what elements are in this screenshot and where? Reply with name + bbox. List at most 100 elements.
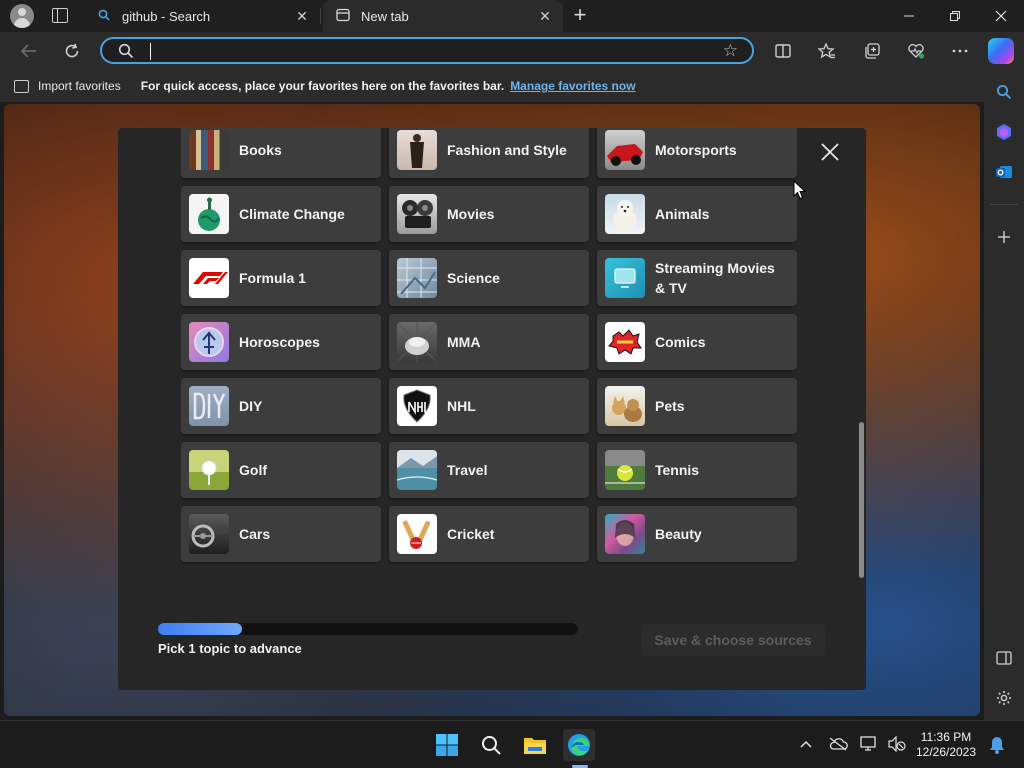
golf-thumbnail bbox=[189, 450, 229, 490]
tennis-thumbnail bbox=[605, 450, 645, 490]
topic-label: NHL bbox=[447, 398, 476, 414]
topic-label: Golf bbox=[239, 462, 267, 478]
topic-tile-motorsports[interactable]: Motorsports bbox=[597, 128, 797, 178]
fashion-thumbnail bbox=[397, 130, 437, 170]
file-explorer-icon[interactable] bbox=[519, 729, 551, 761]
movies-thumbnail bbox=[397, 194, 437, 234]
dialog-scrollbar-thumb[interactable] bbox=[859, 422, 864, 578]
notification-bell-icon[interactable] bbox=[987, 735, 1007, 755]
import-favorites-button[interactable]: Import favorites bbox=[38, 79, 121, 93]
save-choose-sources-button[interactable]: Save & choose sources bbox=[641, 624, 825, 656]
restore-button[interactable] bbox=[932, 0, 978, 32]
nhl-thumbnail bbox=[397, 386, 437, 426]
close-window-button[interactable] bbox=[978, 0, 1024, 32]
close-icon bbox=[821, 143, 839, 161]
topic-tile-books[interactable]: Books bbox=[181, 128, 381, 178]
close-tab-icon[interactable]: ✕ bbox=[537, 8, 553, 25]
tab-title: New tab bbox=[361, 8, 409, 24]
topic-tile-nhl[interactable]: NHL bbox=[389, 378, 589, 434]
close-dialog-button[interactable] bbox=[818, 140, 842, 164]
topic-label: Tennis bbox=[655, 462, 700, 478]
favorites-button[interactable] bbox=[812, 36, 842, 66]
minimize-button[interactable] bbox=[886, 0, 932, 32]
topic-tile-tennis[interactable]: Tennis bbox=[597, 442, 797, 498]
progress-fill bbox=[158, 623, 242, 635]
topic-tile-mma[interactable]: MMA bbox=[389, 314, 589, 370]
clock-date: 12/26/2023 bbox=[915, 745, 977, 759]
onedrive-cloud-icon[interactable] bbox=[827, 733, 849, 755]
topic-tile-comics[interactable]: Comics bbox=[597, 314, 797, 370]
topic-tile-beauty[interactable]: Beauty bbox=[597, 506, 797, 562]
clock-time: 11:36 PM bbox=[920, 730, 972, 744]
topic-tile-pets[interactable]: Pets bbox=[597, 378, 797, 434]
topic-label: Movies bbox=[447, 206, 495, 222]
topic-tile-climate-change[interactable]: Climate Change bbox=[181, 186, 381, 242]
newtab-page-icon bbox=[335, 8, 351, 25]
refresh-button[interactable] bbox=[57, 36, 87, 66]
topic-label: Travel bbox=[447, 462, 488, 478]
show-hidden-icons-chevron-icon[interactable] bbox=[795, 733, 817, 755]
topic-tile-diy[interactable]: DIY bbox=[181, 378, 381, 434]
system-clock[interactable]: 11:36 PM 12/26/2023 bbox=[910, 730, 982, 760]
streaming-thumbnail bbox=[605, 258, 645, 298]
comics-thumbnail bbox=[605, 322, 645, 362]
topic-tile-cars[interactable]: Cars bbox=[181, 506, 381, 562]
topic-tile-science[interactable]: Science bbox=[389, 250, 589, 306]
formula1-thumbnail bbox=[189, 258, 229, 298]
back-button[interactable] bbox=[14, 36, 44, 66]
topic-tile-animals[interactable]: Animals bbox=[597, 186, 797, 242]
progress-label: Pick 1 topic to advance bbox=[158, 641, 302, 656]
travel-thumbnail bbox=[397, 450, 437, 490]
pets-thumbnail bbox=[605, 386, 645, 426]
new-tab-button[interactable]: + bbox=[568, 4, 592, 28]
taskbar-search-icon[interactable] bbox=[475, 729, 507, 761]
cricket-thumbnail bbox=[397, 514, 437, 554]
sidebar-outlook-icon[interactable] bbox=[992, 160, 1016, 184]
topic-tile-cricket[interactable]: Cricket bbox=[389, 506, 589, 562]
tab-github-search[interactable]: github - Search ✕ bbox=[84, 0, 320, 32]
topic-label: Horoscopes bbox=[239, 334, 320, 350]
topic-tile-golf[interactable]: Golf bbox=[181, 442, 381, 498]
address-input[interactable] bbox=[146, 42, 710, 62]
sidebar-search-icon[interactable] bbox=[992, 80, 1016, 104]
hide-sidebar-icon[interactable] bbox=[992, 646, 1016, 670]
topic-label: Comics bbox=[655, 334, 706, 350]
topic-tile-horoscopes[interactable]: Horoscopes bbox=[181, 314, 381, 370]
copilot-icon[interactable] bbox=[988, 38, 1014, 64]
animals-thumbnail bbox=[605, 194, 645, 234]
topic-label: MMA bbox=[447, 334, 481, 350]
profile-avatar[interactable] bbox=[10, 4, 34, 28]
topic-tile-fashion[interactable]: Fashion and Style bbox=[389, 128, 589, 178]
collections-button[interactable] bbox=[857, 36, 887, 66]
close-tab-icon[interactable]: ✕ bbox=[294, 8, 310, 25]
sidebar-settings-gear-icon[interactable] bbox=[992, 686, 1016, 710]
network-monitor-icon[interactable] bbox=[858, 733, 880, 755]
tab-divider bbox=[320, 8, 321, 24]
tab-title: github - Search bbox=[122, 8, 211, 24]
topic-tile-formula-1[interactable]: Formula 1 bbox=[181, 250, 381, 306]
topic-tile-travel[interactable]: Travel bbox=[389, 442, 589, 498]
horoscopes-thumbnail bbox=[189, 322, 229, 362]
search-icon bbox=[118, 43, 134, 59]
tab-actions-icon[interactable] bbox=[52, 8, 68, 23]
topic-label: Climate Change bbox=[239, 206, 345, 222]
volume-muted-icon[interactable] bbox=[886, 733, 908, 755]
more-options-button[interactable] bbox=[945, 36, 975, 66]
browser-essentials-button[interactable] bbox=[901, 36, 931, 66]
topic-label: Beauty bbox=[655, 526, 702, 542]
sidebar-add-icon[interactable] bbox=[992, 225, 1016, 249]
cars-thumbnail bbox=[189, 514, 229, 554]
windows-start-icon[interactable] bbox=[431, 729, 463, 761]
add-favorite-star-icon[interactable]: ☆ bbox=[723, 41, 738, 61]
topic-label: Animals bbox=[655, 206, 710, 222]
split-screen-button[interactable] bbox=[768, 36, 798, 66]
tab-new-tab[interactable]: New tab ✕ bbox=[323, 0, 563, 32]
navigation-toolbar: ☆ bbox=[0, 32, 1024, 70]
topic-tile-streaming[interactable]: Streaming Movies & TV bbox=[597, 250, 797, 306]
address-bar[interactable]: ☆ bbox=[100, 37, 754, 64]
edge-browser-icon[interactable] bbox=[563, 729, 595, 761]
mma-thumbnail bbox=[397, 322, 437, 362]
topic-tile-movies[interactable]: Movies bbox=[389, 186, 589, 242]
manage-favorites-link[interactable]: Manage favorites now bbox=[510, 79, 635, 93]
sidebar-copilot-icon[interactable] bbox=[992, 120, 1016, 144]
